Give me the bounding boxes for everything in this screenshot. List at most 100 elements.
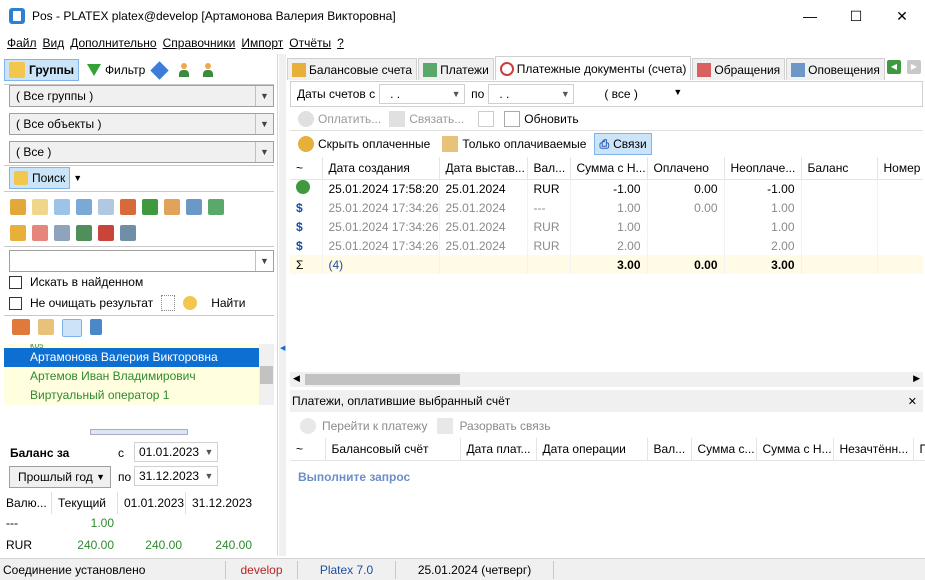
dont-clear-checkbox[interactable] [9, 296, 22, 310]
grid-hscrollbar[interactable]: ◀ ▶ [290, 372, 923, 387]
tree-view-icon[interactable] [90, 319, 102, 335]
close-icon[interactable]: ✕ [908, 395, 917, 408]
date-from-input[interactable]: . . ▼ [379, 84, 466, 104]
col-header[interactable]: Дата создания [322, 157, 440, 180]
book-icon[interactable] [98, 225, 114, 241]
info-icon[interactable] [150, 60, 169, 80]
col-header[interactable]: Дата операции [536, 438, 648, 461]
col-header[interactable]: Вал... [647, 438, 692, 461]
database-icon[interactable] [120, 225, 136, 241]
tree-icon[interactable] [142, 199, 158, 215]
groups-combo[interactable]: ( Все группы ) ▼ [9, 85, 274, 107]
col-header[interactable]: Дата плат... [460, 438, 537, 461]
find-button[interactable]: Найти [211, 296, 245, 310]
documents-icon[interactable] [98, 199, 114, 215]
period-combo[interactable]: Прошлый год ▼ [9, 466, 111, 488]
maximize-button[interactable]: ☐ [833, 0, 879, 32]
blank-doc-icon[interactable] [161, 295, 176, 311]
goto-payment-button[interactable]: Перейти к платежу [322, 419, 427, 433]
only-payable-button[interactable]: Только оплачиваемые [462, 137, 586, 151]
balance-to-date[interactable]: 31.12.2023 ▼ [134, 466, 218, 486]
col-header[interactable]: Номер [877, 157, 923, 180]
card-icon[interactable] [54, 199, 70, 215]
splitter[interactable]: ◀ [279, 54, 286, 556]
pay-button[interactable]: Оплатить... [318, 112, 381, 126]
search-dropdown-icon[interactable]: ▼ [73, 173, 82, 183]
magnifier-icon[interactable] [183, 296, 198, 310]
date-to-input[interactable]: . . ▼ [488, 84, 575, 104]
col-header[interactable]: Оплачено [647, 157, 725, 180]
scroll-right-icon[interactable]: ▶ [913, 373, 920, 384]
col-header[interactable]: Сумма с Н... [570, 157, 648, 180]
status-filter-combo[interactable]: ( все ) ▼ [604, 87, 682, 101]
list-icon[interactable] [76, 225, 92, 241]
tab-balance-accounts[interactable]: Балансовые счета [287, 58, 418, 80]
table-icon[interactable] [208, 199, 224, 215]
contract-icon[interactable] [76, 199, 92, 215]
col-header[interactable]: П [913, 438, 925, 461]
list-item[interactable]: Виртуальный оператор 1 [4, 386, 274, 405]
hand-selected-icon[interactable] [62, 319, 82, 337]
table-row[interactable]: $ 25.01.2024 17:34:26 25.01.2024 RUR 1.0… [290, 217, 923, 236]
tab-next-icon[interactable]: ▶ [907, 60, 921, 74]
menu-help[interactable]: ? [337, 36, 344, 50]
menu-file[interactable]: Файл [7, 36, 37, 50]
menu-view[interactable]: Вид [43, 36, 65, 50]
search-in-found-checkbox[interactable] [9, 275, 22, 289]
objects-combo[interactable]: ( Все объекты ) ▼ [9, 113, 274, 135]
hide-paid-button[interactable]: Скрыть оплаченные [318, 137, 430, 151]
col-header[interactable]: Балансовый счёт [325, 438, 461, 461]
list-item[interactable]: Артамонова Валерия Викторовна [4, 348, 274, 367]
hand-icon[interactable] [38, 319, 54, 335]
links-button[interactable]: ⎙ Связи [594, 133, 652, 155]
forbidden-doc-icon[interactable] [32, 225, 48, 241]
col-header[interactable]: Незачтённ... [833, 438, 914, 461]
tab-payments[interactable]: Платежи [418, 58, 494, 80]
col-header[interactable]: Сумма с Н... [756, 438, 834, 461]
list-scrollbar[interactable] [259, 344, 274, 405]
tag-icon[interactable] [186, 199, 202, 215]
menu-directories[interactable]: Справочники [163, 36, 236, 50]
list-item[interactable]: Артемов Иван Владимирович [4, 367, 274, 386]
edit-icon[interactable] [12, 319, 30, 335]
balance-icon[interactable] [10, 225, 26, 241]
person-icon[interactable] [164, 199, 180, 215]
tab-payment-documents[interactable]: Платежные документы (счета) [494, 56, 692, 80]
table-row[interactable]: $ 25.01.2024 17:34:26 25.01.2024 --- 1.0… [290, 198, 923, 217]
document-icon[interactable] [478, 111, 495, 127]
user-settings-icon[interactable] [202, 63, 214, 77]
search-input[interactable]: ▼ [9, 250, 274, 272]
run-query-hint[interactable]: Выполните запрос [298, 470, 410, 484]
unlink-button[interactable]: Разорвать связь [459, 419, 550, 433]
col-header[interactable]: Неоплаче... [724, 157, 802, 180]
menu-import[interactable]: Импорт [241, 36, 283, 50]
col-header[interactable]: ~ [290, 438, 326, 461]
search-button[interactable]: Поиск [9, 167, 71, 189]
people-icon[interactable] [10, 199, 26, 215]
balance-from-date[interactable]: 01.01.2023 ▼ [134, 442, 218, 462]
close-button[interactable]: ✕ [879, 0, 925, 32]
col-header[interactable]: Дата выстав... [439, 157, 528, 180]
menu-extra[interactable]: Дополнительно [70, 36, 156, 50]
calendar-icon[interactable] [32, 199, 48, 215]
tab-prev-icon[interactable]: ◀ [887, 60, 901, 74]
col-header[interactable]: ~ [290, 157, 323, 180]
menu-reports[interactable]: Отчёты [289, 36, 331, 50]
link-button[interactable]: Связать... [409, 112, 464, 126]
table-row[interactable]: $ 25.01.2024 17:34:26 25.01.2024 RUR 2.0… [290, 236, 923, 255]
filter-button[interactable]: Фильтр [86, 63, 145, 77]
table-row[interactable]: 25.01.2024 17:58:20 25.01.2024 RUR -1.00… [290, 179, 923, 198]
stack-icon[interactable] [54, 225, 70, 241]
col-header[interactable]: Вал... [527, 157, 571, 180]
all-combo[interactable]: ( Все ) ▼ [9, 141, 274, 163]
col-header[interactable]: Баланс [801, 157, 878, 180]
scroll-left-icon[interactable]: ◀ [293, 373, 300, 384]
user-icon[interactable] [178, 63, 190, 77]
tab-notifications[interactable]: Оповещения [786, 58, 885, 80]
col-header[interactable]: Сумма с... [691, 438, 757, 461]
hierarchy-icon[interactable] [120, 199, 136, 215]
refresh-button[interactable]: Обновить [524, 112, 578, 126]
tab-requests[interactable]: Обращения [692, 58, 786, 80]
groups-button[interactable]: Группы [4, 59, 79, 81]
minimize-button[interactable]: — [787, 0, 833, 32]
